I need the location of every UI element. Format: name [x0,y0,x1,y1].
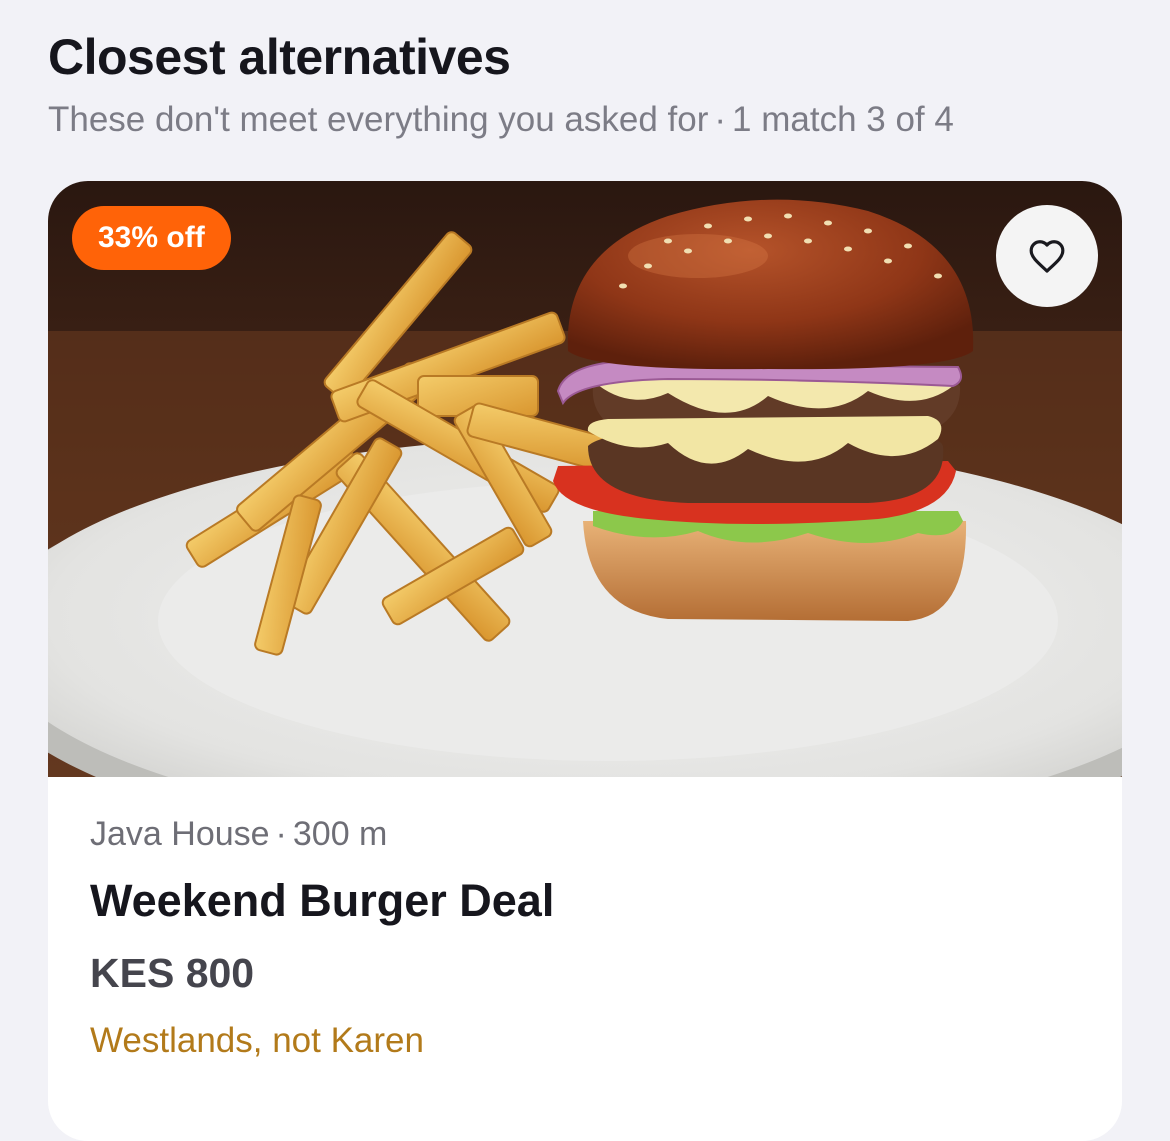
merchant-distance: 300 m [292,815,388,853]
subtitle-reason: These don't meet everything you asked fo… [48,100,709,139]
location-mismatch-note: Westlands, not Karen [90,1021,424,1060]
discount-badge: 33% off [72,206,231,270]
deal-price: KES 800 [90,950,255,996]
deal-title: Weekend Burger Deal [90,875,555,926]
section-subtitle: These don't meet everything you asked fo… [48,100,954,140]
favorite-button[interactable] [996,205,1098,307]
section-title: Closest alternatives [48,29,511,85]
deal-card[interactable]: 33% off Java House · 300 m Weekend Burger … [48,181,1122,1141]
subtitle-separator: · [714,100,727,139]
deal-image[interactable]: 33% off [48,181,1122,777]
merchant-line: Java House · 300 m [90,815,387,854]
heart-icon [1028,238,1066,274]
merchant-name: Java House [90,815,270,853]
subtitle-match-count: 1 match 3 of 4 [732,100,954,139]
merchant-separator: · [275,815,287,853]
